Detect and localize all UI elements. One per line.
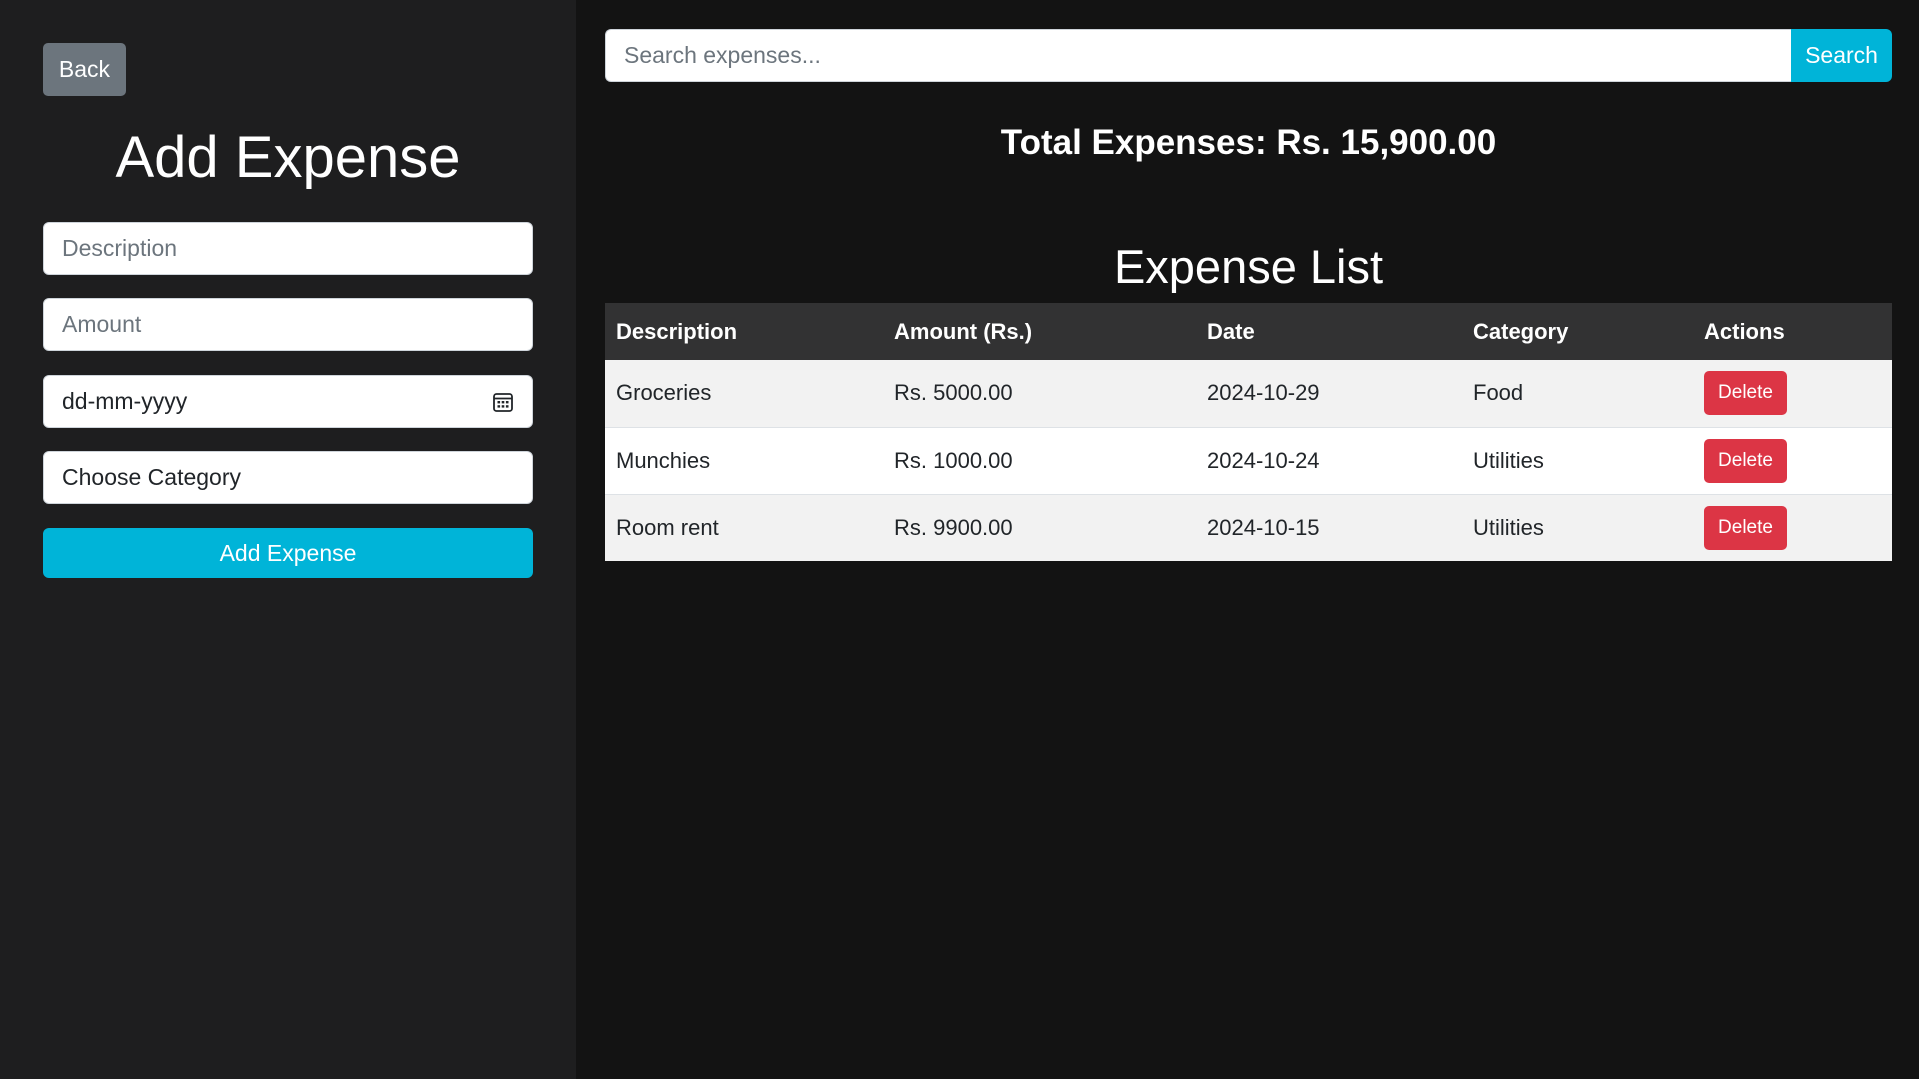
- category-select[interactable]: Choose Category: [43, 451, 533, 504]
- cell-amount: Rs. 5000.00: [883, 360, 1196, 427]
- add-expense-sidebar: Back Add Expense dd-mm-yyyy Choose: [0, 0, 576, 1079]
- column-header-actions: Actions: [1693, 303, 1892, 360]
- table-row: Munchies Rs. 1000.00 2024-10-24 Utilitie…: [605, 426, 1892, 494]
- delete-button[interactable]: Delete: [1704, 505, 1787, 550]
- cell-category: Utilities: [1462, 426, 1693, 494]
- cell-category: Food: [1462, 360, 1693, 427]
- cell-actions: Delete: [1693, 360, 1892, 427]
- category-select-value: Choose Category: [62, 464, 241, 490]
- cell-date: 2024-10-24: [1196, 426, 1462, 494]
- description-input[interactable]: [43, 222, 533, 275]
- amount-input[interactable]: [43, 298, 533, 351]
- expense-list-title: Expense List: [1113, 240, 1384, 293]
- cell-description: Room rent: [605, 493, 883, 561]
- date-input-placeholder: dd-mm-yyyy: [62, 388, 188, 414]
- back-button[interactable]: Back: [43, 43, 126, 96]
- table-row: Room rent Rs. 9900.00 2024-10-15 Utiliti…: [605, 493, 1892, 561]
- expense-table: Description Amount (Rs.) Date Category A…: [605, 303, 1892, 561]
- cell-date: 2024-10-15: [1196, 493, 1462, 561]
- delete-button[interactable]: Delete: [1704, 438, 1787, 483]
- add-expense-title: Add Expense: [115, 125, 461, 190]
- cell-amount: Rs. 1000.00: [883, 426, 1196, 494]
- cell-date: 2024-10-29: [1196, 360, 1462, 427]
- search-input[interactable]: [605, 29, 1791, 82]
- table-header-row: Description Amount (Rs.) Date Category A…: [605, 303, 1892, 360]
- column-header-description: Description: [605, 303, 883, 360]
- search-bar: Search: [605, 29, 1892, 82]
- date-input[interactable]: dd-mm-yyyy: [43, 375, 533, 428]
- column-header-date: Date: [1196, 303, 1462, 360]
- add-expense-button[interactable]: Add Expense: [43, 528, 533, 578]
- column-header-amount: Amount (Rs.): [883, 303, 1196, 360]
- cell-category: Utilities: [1462, 493, 1693, 561]
- cell-actions: Delete: [1693, 426, 1892, 494]
- expense-main-panel: Search Total Expenses: Rs. 15,900.00 Exp…: [576, 0, 1919, 1079]
- calendar-icon[interactable]: [492, 391, 514, 413]
- search-button[interactable]: Search: [1791, 29, 1892, 82]
- cell-actions: Delete: [1693, 493, 1892, 561]
- table-row: Groceries Rs. 5000.00 2024-10-29 Food De…: [605, 360, 1892, 427]
- column-header-category: Category: [1462, 303, 1693, 360]
- cell-description: Groceries: [605, 360, 883, 427]
- cell-amount: Rs. 9900.00: [883, 493, 1196, 561]
- expense-tracker-app: Back Add Expense dd-mm-yyyy Choose: [0, 0, 1919, 1079]
- delete-button[interactable]: Delete: [1704, 371, 1787, 416]
- total-expenses: Total Expenses: Rs. 15,900.00: [1000, 123, 1497, 162]
- cell-description: Munchies: [605, 426, 883, 494]
